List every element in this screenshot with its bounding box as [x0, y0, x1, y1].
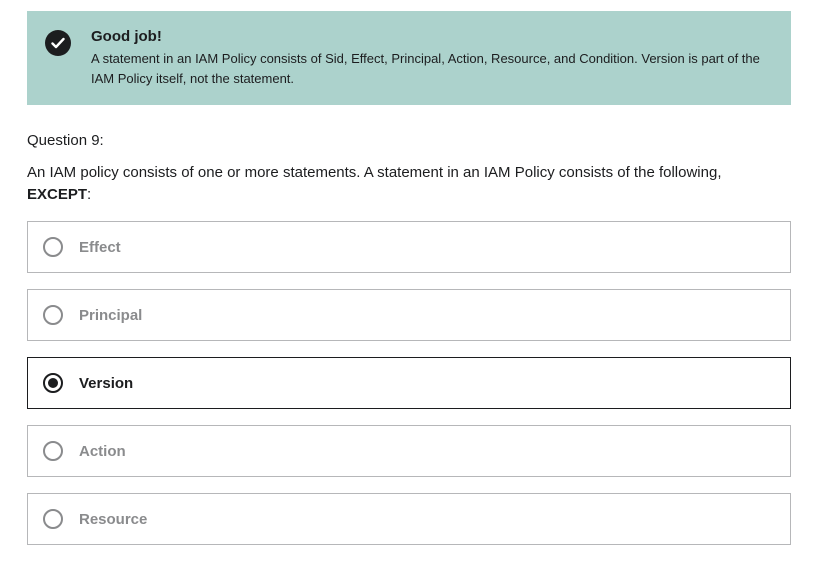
question-emphasis: EXCEPT: [27, 186, 88, 203]
check-icon: [45, 30, 71, 56]
option-action[interactable]: Action: [27, 425, 791, 477]
feedback-banner: Good job! A statement in an IAM Policy c…: [27, 11, 791, 105]
option-principal[interactable]: Principal: [27, 289, 791, 341]
option-resource[interactable]: Resource: [27, 493, 791, 545]
radio-button-selected[interactable]: [43, 373, 63, 393]
option-label: Action: [79, 442, 126, 460]
radio-dot-icon: [48, 378, 58, 388]
option-label: Version: [79, 374, 134, 392]
feedback-body: A statement in an IAM Policy consists of…: [91, 51, 760, 86]
option-label: Resource: [79, 510, 148, 528]
radio-button[interactable]: [43, 237, 63, 257]
option-version[interactable]: Version: [27, 357, 791, 409]
option-label: Effect: [79, 238, 121, 256]
radio-button[interactable]: [43, 305, 63, 325]
feedback-title: Good job!: [91, 28, 162, 45]
question-prompt: An IAM policy consists of one or more st…: [27, 164, 722, 181]
radio-button[interactable]: [43, 441, 63, 461]
option-label: Principal: [79, 306, 143, 324]
question-suffix: :: [87, 186, 92, 203]
feedback-text: Good job! A statement in an IAM Policy c…: [91, 27, 777, 89]
question-text: An IAM policy consists of one or more st…: [27, 162, 797, 206]
option-effect[interactable]: Effect: [27, 221, 791, 273]
radio-button[interactable]: [43, 509, 63, 529]
question-number: Question 9:: [27, 132, 104, 149]
